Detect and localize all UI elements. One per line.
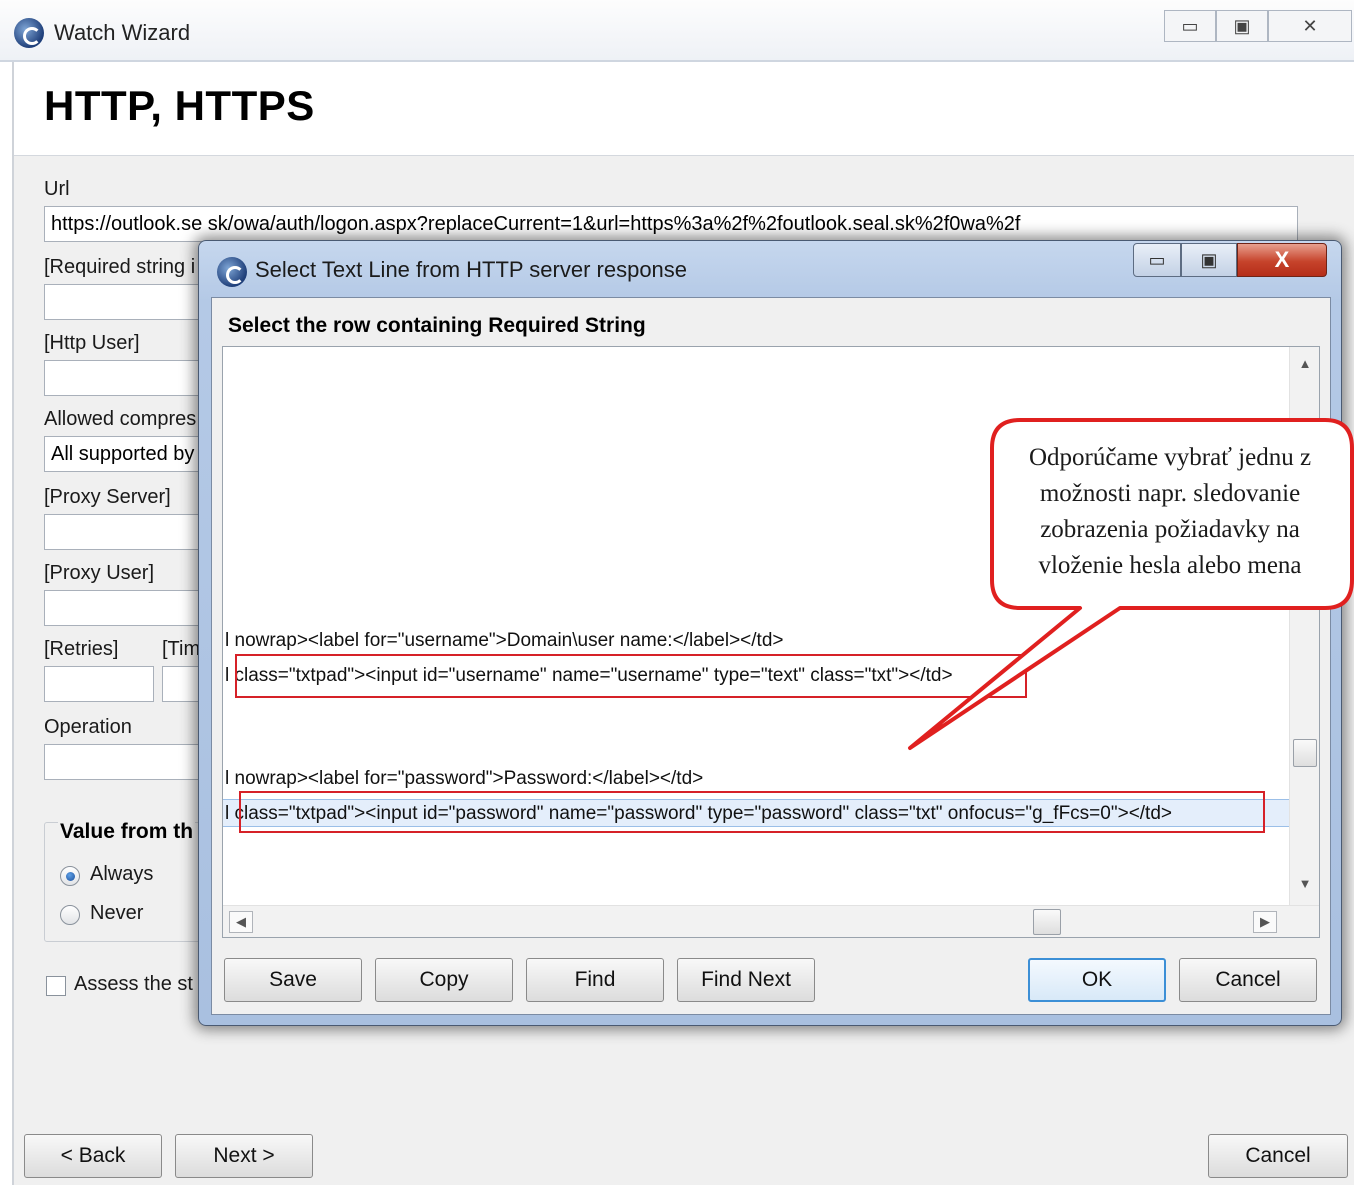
wizard-titlebar: Watch Wizard ▭ ▣ ✕ [0,0,1354,62]
assess-checkbox-label: Assess the st [74,973,193,995]
dialog-close-button[interactable]: X [1237,243,1327,277]
callout-line: Odporúčame vybrať jednu z [1028,444,1312,471]
dialog-minimize-button[interactable]: ▭ [1133,243,1181,277]
dialog-heading: Select the row containing Required Strin… [228,314,646,337]
select-text-line-dialog: Select Text Line from HTTP server respon… [198,240,1342,1026]
http-user-input[interactable] [44,360,204,396]
vertical-scroll-thumb[interactable] [1293,739,1317,767]
required-string-label: [Required string i [44,256,196,278]
proxy-server-label: [Proxy Server] [44,486,171,508]
scroll-left-arrow-icon[interactable]: ◀ [229,911,253,933]
dialog-app-icon [217,257,247,287]
operation-select[interactable] [44,744,204,780]
ok-button[interactable]: OK [1028,958,1166,1002]
horizontal-scrollbar[interactable]: ◀ ▶ [223,905,1319,937]
never-radio-label: Never [90,902,144,924]
callout-line: možnosti napr. sledovanie [1039,480,1301,507]
list-item[interactable]: l nowrap><label for="password">Password:… [223,765,703,793]
horizontal-scroll-thumb[interactable] [1033,909,1061,935]
url-label: Url [44,178,70,200]
scroll-up-arrow-icon[interactable]: ▲ [1290,353,1319,373]
dialog-title: Select Text Line from HTTP server respon… [255,257,688,282]
value-from-title: Value from th [58,820,196,844]
proxy-server-input[interactable] [44,514,204,550]
url-input[interactable]: https://outlook.se sk/owa/auth/logon.asp… [44,206,1298,242]
copy-button[interactable]: Copy [375,958,513,1002]
timeout-label: [Tim [162,638,201,660]
assess-checkbox[interactable] [46,976,66,996]
username-highlight-box [235,654,1027,698]
next-button[interactable]: Next > [175,1134,313,1178]
retries-input[interactable] [44,666,154,702]
callout-line: vloženie hesla alebo mena [1038,552,1302,579]
find-button[interactable]: Find [526,958,664,1002]
operation-label: Operation [44,716,132,738]
response-lines-list[interactable]: l nowrap><label for="username">Domain\us… [222,346,1320,938]
app-icon [14,18,44,48]
dialog-cancel-button[interactable]: Cancel [1179,958,1317,1002]
find-next-button[interactable]: Find Next [677,958,815,1002]
proxy-user-label: [Proxy User] [44,562,155,584]
scroll-right-arrow-icon[interactable]: ▶ [1253,911,1277,933]
proxy-user-input[interactable] [44,590,204,626]
never-radio[interactable] [60,905,80,925]
dialog-maximize-button[interactable]: ▣ [1181,243,1237,277]
callout-text: Odporúčame vybrať jednu z možnosti napr.… [996,440,1344,584]
allowed-compression-label: Allowed compres [44,408,197,430]
dialog-content: Select the row containing Required Strin… [211,297,1331,1015]
close-button[interactable]: ✕ [1268,10,1352,42]
scroll-down-arrow-icon[interactable]: ▼ [1290,873,1319,893]
save-button[interactable]: Save [224,958,362,1002]
maximize-button[interactable]: ▣ [1216,10,1268,42]
back-button[interactable]: < Back [24,1134,162,1178]
allowed-compression-select[interactable]: All supported by [44,436,204,472]
page-title: HTTP, HTTPS [44,82,315,129]
list-item[interactable]: l nowrap><label for="username">Domain\us… [223,627,784,655]
wizard-title: Watch Wizard [54,20,191,45]
wizard-cancel-button[interactable]: Cancel [1208,1134,1348,1178]
retries-label: [Retries] [44,638,119,660]
always-radio[interactable] [60,866,80,886]
password-highlight-box [239,791,1265,833]
vertical-scrollbar[interactable]: ▲ ▼ [1289,347,1319,907]
required-string-input[interactable] [44,284,204,320]
http-user-label: [Http User] [44,332,140,354]
minimize-button[interactable]: ▭ [1164,10,1216,42]
always-radio-label: Always [90,863,154,885]
callout-line: zobrazenia požiadavky na [1040,516,1300,543]
